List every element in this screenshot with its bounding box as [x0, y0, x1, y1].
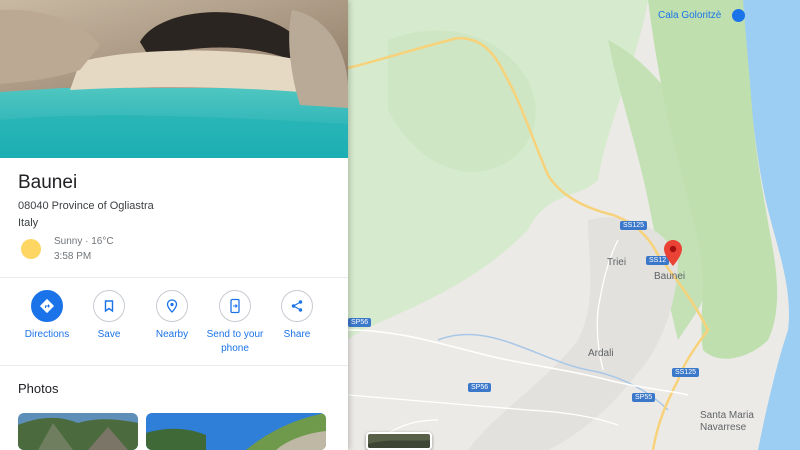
address-country: Italy: [18, 217, 39, 229]
share-icon: [291, 300, 303, 312]
location-pin-icon[interactable]: [664, 240, 682, 266]
share-button[interactable]: Share: [266, 290, 328, 342]
cave-beach-image: [0, 0, 348, 158]
coast-photo-image: [146, 413, 326, 450]
nearby-button[interactable]: Nearby: [141, 290, 203, 342]
save-button[interactable]: Save: [78, 290, 140, 342]
map-poi-label[interactable]: Cala Goloritzè: [658, 10, 721, 21]
send-to-phone-button-circle: [219, 290, 251, 322]
save-label: Save: [97, 329, 121, 340]
divider: [0, 365, 348, 366]
weather-text: Sunny · 16°C: [54, 236, 114, 247]
phone-icon: [230, 298, 240, 314]
share-label: Share: [283, 329, 311, 340]
terrain-map: [348, 0, 800, 450]
divider: [0, 277, 348, 278]
road-shield: SP55: [632, 393, 656, 402]
directions-button-circle: [31, 290, 63, 322]
directions-label: Directions: [24, 329, 70, 340]
photo-thumbnail[interactable]: [18, 413, 138, 450]
map-town-label[interactable]: Ardali: [588, 348, 614, 359]
nearby-icon: [166, 299, 178, 313]
road-shield: SS125: [672, 368, 700, 377]
place-hero-photo[interactable]: [0, 0, 348, 158]
cliff-photo-image: [18, 413, 138, 450]
address-line: 08040 Province of Ogliastra: [18, 200, 154, 212]
map-canvas[interactable]: Cala Goloritzè Triei Baunei Ardali Santa…: [348, 0, 800, 450]
layer-switch-thumbnail[interactable]: [366, 432, 432, 450]
send-to-phone-label: Send to your phone: [206, 329, 264, 354]
photo-thumbnail[interactable]: [146, 413, 326, 450]
directions-button[interactable]: Directions: [16, 290, 78, 342]
nearby-label: Nearby: [155, 329, 189, 340]
beach-poi-icon[interactable]: [732, 9, 745, 22]
place-panel: Baunei 08040 Province of Ogliastra Italy…: [0, 0, 348, 450]
map-town-label[interactable]: Triei: [607, 257, 626, 268]
nearby-button-circle: [156, 290, 188, 322]
send-to-phone-button[interactable]: Send to your phone: [204, 290, 266, 356]
save-button-circle: [93, 290, 125, 322]
road-shield: SS125: [620, 221, 648, 230]
satellite-layer-image: [368, 434, 430, 448]
road-shield: SP56: [348, 318, 372, 327]
directions-icon: [39, 298, 55, 314]
map-town-label[interactable]: Santa Maria Navarrese: [700, 410, 760, 434]
photos-heading: Photos: [18, 381, 59, 396]
map-town-label[interactable]: Baunei: [654, 271, 685, 282]
share-button-circle: [281, 290, 313, 322]
sunny-weather-icon: [21, 239, 41, 259]
place-title: Baunei: [18, 172, 78, 193]
road-shield: SP56: [468, 383, 492, 392]
bookmark-icon: [104, 300, 114, 313]
local-time: 3:58 PM: [54, 251, 92, 262]
